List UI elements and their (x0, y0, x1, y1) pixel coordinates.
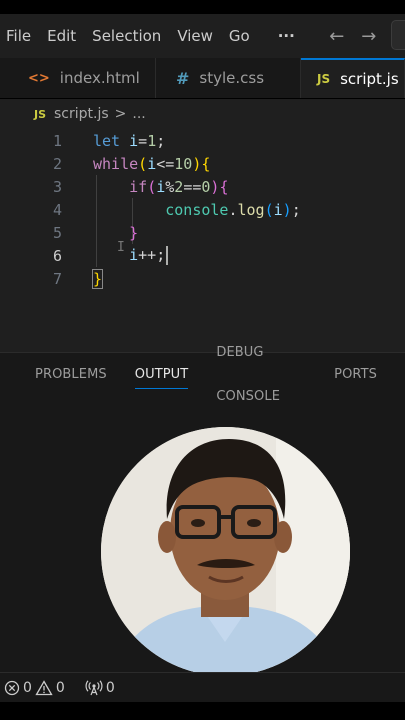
presenter-webcam-avatar (101, 427, 350, 676)
js-file-icon: JS (34, 107, 47, 121)
tab-ports[interactable]: PORTS (334, 353, 377, 397)
bottom-black-bar (0, 702, 405, 720)
code-line: 4 console.log(i); (0, 198, 405, 221)
code-line: 7 } (0, 267, 405, 290)
code-line: 2 while(i<=10){ (0, 152, 405, 175)
tab-problems[interactable]: PROBLEMS (35, 353, 107, 397)
text-cursor (166, 246, 169, 265)
ports-status[interactable]: 0 (85, 680, 115, 696)
tab-index-html[interactable]: <> index.html (0, 58, 156, 98)
code-line: 1 let i=1; (0, 129, 405, 152)
code-text: if(i%2==0){ (129, 177, 229, 196)
html-file-icon: <> (28, 70, 50, 86)
back-arrow-icon[interactable]: ← (321, 26, 353, 47)
error-icon (4, 680, 20, 695)
code-line: 3 if(i%2==0){ (0, 175, 405, 198)
command-center-input[interactable] (391, 20, 405, 50)
line-number: 2 (52, 154, 62, 173)
menu-edit[interactable]: Edit (39, 14, 84, 58)
menu-bar: File Edit Selection View Go ··· ← → (0, 14, 405, 58)
code-text: while(i<=10){ (93, 154, 211, 173)
code-text: } (91, 268, 104, 289)
js-file-icon: JS (317, 72, 331, 86)
code-line-active: 6 i++; (0, 244, 405, 267)
tab-label: index.html (59, 69, 140, 87)
code-text: i++; (93, 246, 169, 265)
broadcast-icon (85, 679, 103, 695)
breadcrumb-file[interactable]: script.js (54, 106, 109, 122)
menu-go[interactable]: Go (221, 14, 258, 58)
code-text: let i=1; (93, 131, 166, 150)
line-number: 1 (52, 131, 62, 150)
line-number: 7 (52, 269, 62, 288)
line-number: 4 (52, 200, 62, 219)
warning-icon (35, 679, 53, 695)
line-number: 5 (52, 223, 62, 242)
breadcrumb-more[interactable]: ... (132, 106, 145, 122)
mouse-ibeam-icon: I (117, 240, 125, 255)
ports-count: 0 (105, 679, 115, 696)
css-file-icon: # (176, 68, 190, 88)
forward-arrow-icon[interactable]: → (353, 26, 385, 47)
menu-selection[interactable]: Selection (84, 14, 169, 58)
tab-label: script.js (340, 70, 399, 88)
top-black-bar (0, 0, 405, 14)
code-text: console.log(i); (165, 200, 301, 219)
tab-output[interactable]: OUTPUT (134, 353, 189, 397)
status-bar: 0 0 0 (0, 672, 405, 702)
problems-status[interactable]: 0 0 (4, 680, 65, 696)
breadcrumb: JS script.js > ... (0, 99, 405, 129)
code-line: 5 } (0, 221, 405, 244)
line-number: 3 (52, 177, 62, 196)
code-text: } (129, 223, 139, 242)
code-editor[interactable]: 1 let i=1; 2 while(i<=10){ 3 if(i%2==0){… (0, 129, 405, 352)
tab-label: style.css (199, 69, 265, 87)
breadcrumb-separator: > (114, 106, 127, 122)
tab-style-css[interactable]: # style.css (156, 58, 301, 98)
menu-view[interactable]: View (169, 14, 221, 58)
tab-debug-console[interactable]: DEBUG CONSOLE (216, 331, 306, 419)
panel-tab-bar: PROBLEMS OUTPUT DEBUG CONSOLE PORTS (0, 345, 405, 404)
menu-file[interactable]: File (0, 14, 39, 58)
person-photo (101, 427, 350, 676)
error-count: 0 (23, 679, 32, 696)
tab-script-js[interactable]: JS script.js (301, 58, 405, 98)
line-number: 6 (52, 246, 62, 265)
more-menu-icon[interactable]: ··· (258, 14, 303, 58)
warning-count: 0 (55, 679, 65, 696)
editor-tab-bar: <> index.html # style.css JS script.js (0, 58, 405, 98)
